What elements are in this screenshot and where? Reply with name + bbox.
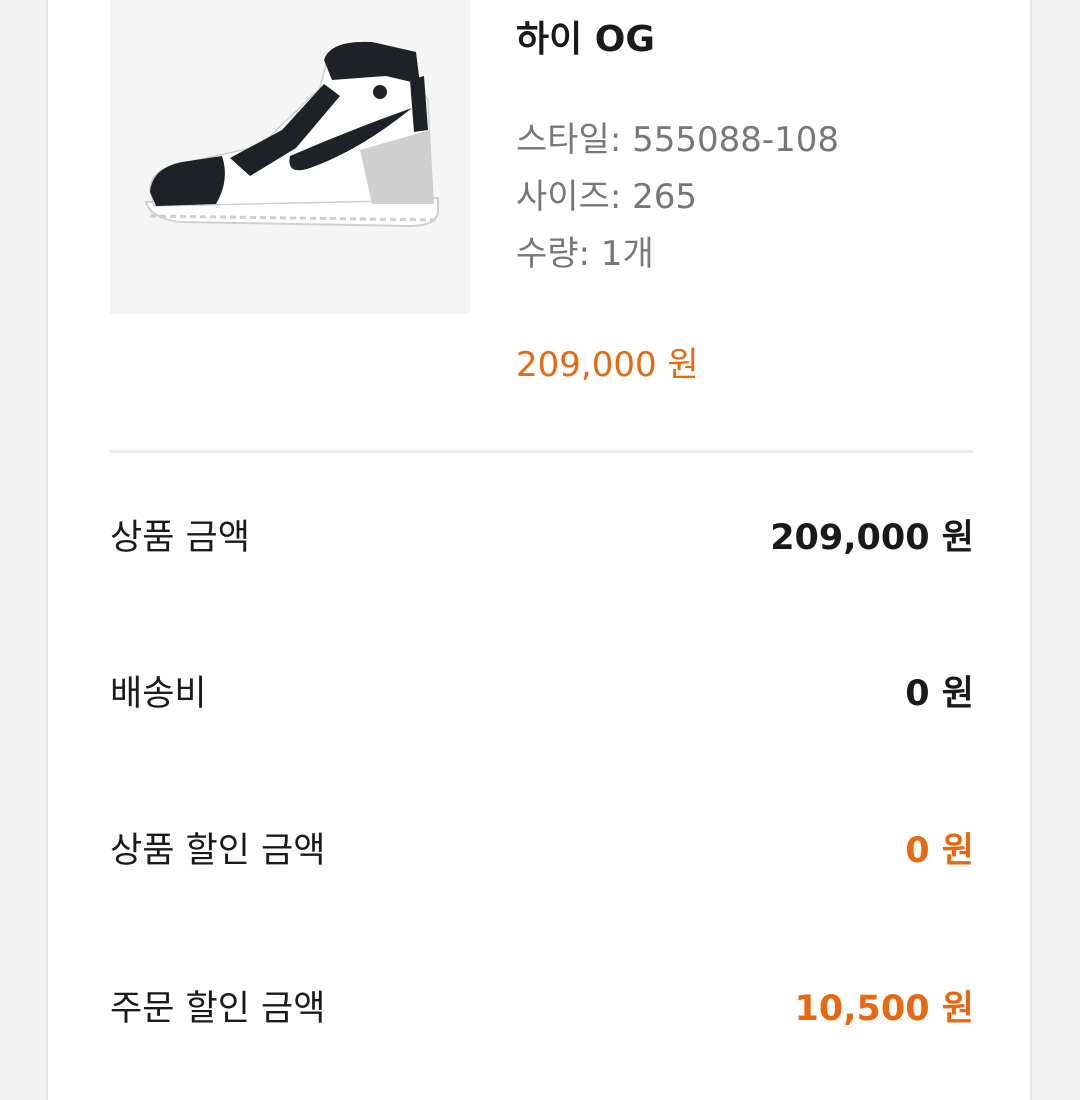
summary-value: 0 원 (905, 674, 974, 714)
sneaker-icon (144, 41, 439, 228)
summary-label: 상품 금액 (110, 518, 250, 558)
summary-value: 10,500 원 (794, 989, 974, 1029)
summary-label: 상품 할인 금액 (110, 831, 326, 871)
product-title: 하이 OG (516, 19, 655, 60)
summary-row-product-discount: 상품 할인 금액 0 원 (110, 822, 974, 872)
style-value: 555088-108 (632, 120, 840, 160)
product-quantity: 수량: 1개 (516, 226, 654, 275)
summary-label: 배송비 (110, 674, 207, 714)
order-summary-card: 하이 OG 스타일: 555088-108 사이즈: 265 수량: 1개 20… (46, 0, 1032, 1100)
product-size: 사이즈: 265 (516, 169, 697, 218)
summary-row-shipping: 배송비 0 원 (110, 665, 974, 715)
quantity-label: 수량: (516, 234, 591, 274)
product-style: 스타일: 555088-108 (516, 112, 839, 161)
summary-row-order-discount: 주문 할인 금액 10,500 원 (110, 980, 974, 1030)
summary-value: 0 원 (905, 831, 974, 871)
style-label: 스타일: (516, 120, 622, 160)
size-value: 265 (632, 177, 698, 217)
product-thumbnail[interactable] (110, 0, 470, 314)
size-label: 사이즈: (516, 177, 622, 217)
section-divider (110, 450, 974, 453)
product-price: 209,000 원 (516, 345, 699, 385)
summary-label: 주문 할인 금액 (110, 989, 326, 1029)
summary-row-product-amount: 상품 금액 209,000 원 (110, 509, 974, 559)
summary-value: 209,000 원 (770, 518, 974, 558)
quantity-value: 1개 (600, 234, 654, 274)
